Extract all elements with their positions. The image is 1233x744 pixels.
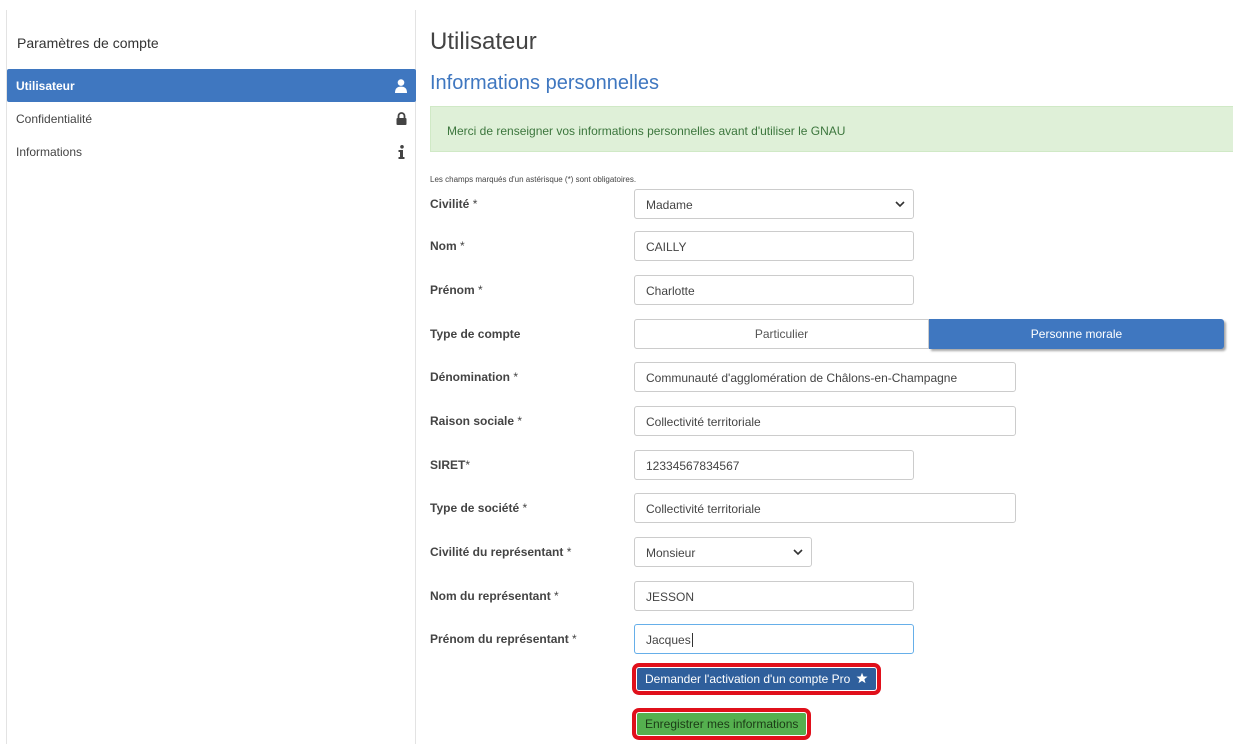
denomination-value: Communauté d'agglomération de Châlons-en…	[646, 371, 958, 385]
toggle-personne-morale[interactable]: Personne morale	[929, 319, 1224, 349]
section-title: Informations personnelles	[430, 72, 660, 94]
save-button-highlight: Enregistrer mes informations	[632, 708, 812, 740]
raison-sociale-value: Collectivité territoriale	[646, 415, 761, 429]
chevron-down-icon	[895, 198, 905, 212]
prenom-input[interactable]: Charlotte	[634, 275, 914, 305]
row-nom-representant: Nom du représentant * JESSON	[430, 581, 1233, 611]
request-pro-account-label: Demander l'activation d'un compte Pro	[645, 672, 851, 686]
nom-rep-label-text: Nom du représentant	[430, 589, 551, 603]
row-raison-sociale: Raison sociale * Collectivité territoria…	[430, 406, 1233, 436]
civilite-select[interactable]: Madame	[634, 189, 914, 219]
raison-sociale-label-text: Raison sociale	[430, 414, 515, 428]
sidebar-item-label: Informations	[16, 144, 83, 159]
required-marker: *	[460, 239, 465, 253]
civilite-value: Madame	[646, 198, 693, 212]
civilite-label: Civilité *	[430, 197, 477, 211]
denomination-label-text: Dénomination	[430, 370, 510, 384]
prenom-rep-label: Prénom du représentant *	[430, 632, 577, 646]
civilite-label-text: Civilité	[430, 197, 470, 211]
row-denomination: Dénomination * Communauté d'agglomératio…	[430, 362, 1233, 392]
siret-label: SIRET*	[430, 458, 470, 472]
sidebar-item-label: Utilisateur	[16, 78, 75, 93]
required-marker: *	[513, 370, 519, 384]
nom-rep-input[interactable]: JESSON	[634, 581, 914, 611]
sidebar-item-utilisateur[interactable]: Utilisateur	[7, 69, 416, 102]
info-icon	[394, 144, 408, 159]
row-prenom-representant: Prénom du représentant * Jacques	[430, 624, 1233, 654]
row-siret: SIRET* 12334567834567	[430, 450, 1233, 480]
sidebar-item-informations[interactable]: Informations	[7, 135, 416, 168]
pro-button-highlight: Demander l'activation d'un compte Pro	[632, 663, 882, 695]
prenom-rep-value: Jacques	[646, 633, 691, 647]
required-marker: *	[572, 632, 577, 646]
type-societe-input[interactable]: Collectivité territoriale	[634, 493, 1016, 523]
civilite-rep-value: Monsieur	[646, 546, 696, 560]
chevron-down-icon	[793, 546, 803, 560]
page-title: Utilisateur	[430, 28, 537, 55]
prenom-rep-label-text: Prénom du représentant	[430, 632, 569, 646]
siret-value: 12334567834567	[646, 459, 740, 473]
sidebar-list: Utilisateur Confidentialité Informations	[7, 69, 416, 168]
required-marker: *	[522, 501, 528, 515]
civilite-rep-label: Civilité du représentant *	[430, 545, 571, 559]
siret-label-text: SIRET	[430, 458, 466, 472]
save-button-label: Enregistrer mes informations	[645, 717, 799, 731]
sidebar-title: Paramètres de compte	[17, 35, 159, 51]
siret-input[interactable]: 12334567834567	[634, 450, 914, 480]
text-cursor	[691, 633, 693, 647]
prenom-label: Prénom *	[430, 283, 483, 297]
row-type-societe: Type de société * Collectivité territori…	[430, 493, 1233, 523]
required-marker: *	[465, 458, 471, 472]
row-civilite: Civilité * Madame	[430, 189, 1233, 219]
type-compte-label: Type de compte	[430, 327, 521, 341]
type-societe-label: Type de société *	[430, 501, 527, 515]
user-icon	[394, 78, 408, 93]
nom-value: CAILLY	[646, 240, 687, 254]
raison-sociale-label: Raison sociale *	[430, 414, 522, 428]
denomination-input[interactable]: Communauté d'agglomération de Châlons-en…	[634, 362, 1016, 392]
info-alert: Merci de renseigner vos informations per…	[430, 106, 1233, 152]
required-marker: *	[566, 545, 572, 559]
sidebar: Paramètres de compte Utilisateur Confide…	[6, 10, 416, 744]
required-marker: *	[478, 283, 483, 297]
prenom-rep-input[interactable]: Jacques	[634, 624, 914, 654]
row-civilite-representant: Civilité du représentant * Monsieur	[430, 537, 1233, 567]
required-marker: *	[554, 589, 559, 603]
lock-icon	[394, 112, 408, 126]
civilite-rep-label-text: Civilité du représentant	[430, 545, 564, 559]
sidebar-item-label: Confidentialité	[16, 111, 93, 126]
nom-rep-value: JESSON	[646, 590, 695, 604]
type-societe-value: Collectivité territoriale	[646, 502, 761, 516]
nom-rep-label: Nom du représentant *	[430, 589, 559, 603]
nom-input[interactable]: CAILLY	[634, 231, 914, 261]
row-type-compte: Type de compte Particulier Personne mora…	[430, 319, 1233, 349]
required-note: Les champs marqués d'un astérisque (*) s…	[430, 175, 637, 184]
main-content: Utilisateur Informations personnelles Me…	[430, 0, 1233, 744]
type-societe-label-text: Type de société	[430, 501, 520, 515]
row-prenom: Prénom * Charlotte	[430, 275, 1233, 305]
nom-label-text: Nom	[430, 239, 457, 253]
nom-label: Nom *	[430, 239, 465, 253]
denomination-label: Dénomination *	[430, 370, 518, 384]
required-marker: *	[472, 197, 478, 211]
row-nom: Nom * CAILLY	[430, 231, 1233, 261]
prenom-label-text: Prénom	[430, 283, 475, 297]
toggle-particulier[interactable]: Particulier	[634, 319, 929, 349]
civilite-rep-select[interactable]: Monsieur	[634, 537, 812, 567]
raison-sociale-input[interactable]: Collectivité territoriale	[634, 406, 1016, 436]
type-compte-toggle: Particulier Personne morale	[634, 319, 1224, 349]
sidebar-item-confidentialite[interactable]: Confidentialité	[7, 102, 416, 135]
prenom-value: Charlotte	[646, 284, 695, 298]
star-icon	[856, 672, 868, 687]
required-marker: *	[517, 414, 523, 428]
request-pro-account-button[interactable]: Demander l'activation d'un compte Pro	[637, 668, 877, 690]
save-button[interactable]: Enregistrer mes informations	[637, 713, 807, 735]
